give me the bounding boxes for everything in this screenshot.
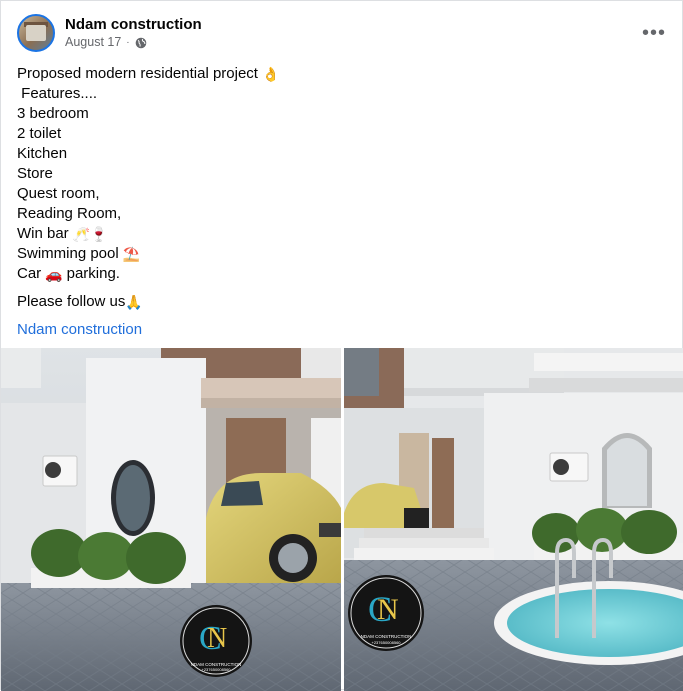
render-house-front-image: C N NDAM CONSTRUCTION +237650008560 (1, 348, 341, 691)
more-options-icon[interactable]: ••• (642, 23, 666, 43)
svg-text:N: N (377, 593, 399, 626)
separator-dot: · (126, 37, 130, 48)
body-line: 3 bedroom (17, 105, 89, 122)
body-line: Proposed modern residential project 👌 (17, 65, 280, 82)
svg-text:+237650008560: +237650008560 (201, 667, 231, 672)
post-subline: August 17 · (65, 34, 202, 51)
post-date[interactable]: August 17 (65, 34, 121, 51)
body-line: Kitchen (17, 145, 68, 162)
photo-grid: C N NDAM CONSTRUCTION +237650008560 C N … (1, 348, 683, 691)
svg-text:NDAM CONSTRUCTION: NDAM CONSTRUCTION (361, 634, 412, 639)
photo-2[interactable]: C N NDAM CONSTRUCTION +237650008560 (344, 348, 683, 691)
watermark-logo: C N NDAM CONSTRUCTION +237650008560 (180, 605, 252, 677)
svg-text:+237650008560: +237650008560 (371, 640, 401, 645)
page-link[interactable]: Ndam construction (17, 320, 657, 340)
body-line: Quest room, (17, 185, 100, 202)
globe-icon (135, 37, 146, 48)
facebook-post: Ndam construction August 17 · ••• Propos… (0, 0, 683, 691)
follow-line: Please follow us 🙏 (17, 293, 143, 310)
post-meta: Ndam construction August 17 · (65, 15, 202, 51)
page-avatar[interactable] (17, 14, 55, 52)
body-line: Car 🚗 parking. (17, 265, 120, 282)
umbrella-emoji: ⛱️ (122, 246, 141, 262)
watermark-logo: C N NDAM CONSTRUCTION +237650008560 (348, 575, 424, 651)
avatar-house (26, 25, 46, 41)
post-header: Ndam construction August 17 · ••• (17, 13, 666, 53)
body-line: Reading Room, (17, 205, 122, 222)
body-line: Win bar 🥂🍷 (17, 225, 108, 242)
post-body: Proposed modern residential project 👌 Fea… (17, 64, 657, 340)
body-line: Store (17, 165, 53, 182)
photo-1[interactable]: C N NDAM CONSTRUCTION +237650008560 (1, 348, 341, 691)
svg-text:N: N (207, 623, 227, 654)
car-emoji: 🚗 (45, 266, 63, 282)
page-name[interactable]: Ndam construction (65, 15, 202, 34)
ok-hand-emoji: 👌 (261, 66, 280, 82)
wine-emoji: 🥂🍷 (72, 226, 108, 242)
body-line: 2 toilet (17, 125, 62, 142)
body-line: Features.... (17, 85, 98, 102)
body-line: Swimming pool ⛱️ (17, 245, 141, 262)
render-pool-image: C N NDAM CONSTRUCTION +237650008560 (344, 348, 683, 691)
pray-emoji: 🙏 (125, 294, 143, 310)
